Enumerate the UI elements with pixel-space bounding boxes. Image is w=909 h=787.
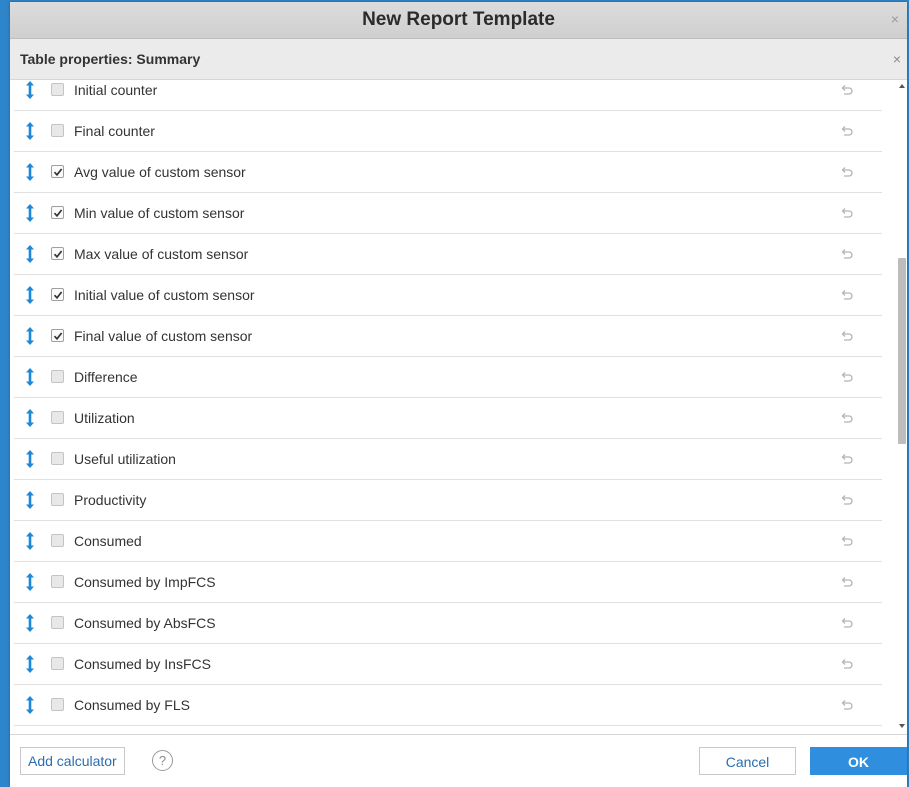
table-row[interactable]: Max value of custom sensor (14, 234, 882, 275)
table-row[interactable]: Consumed by AbsFCS (14, 603, 882, 644)
table-row[interactable]: Consumed by InsFCS (14, 644, 882, 685)
checkbox-icon[interactable] (51, 206, 64, 219)
row-label: Consumed by InsFCS (74, 656, 211, 672)
ok-button[interactable]: OK (810, 747, 907, 775)
table-row[interactable]: Avg value of custom sensor (14, 152, 882, 193)
drag-handle-icon[interactable] (24, 367, 36, 387)
row-label: Consumed by ImpFCS (74, 574, 216, 590)
drag-handle-icon[interactable] (24, 531, 36, 551)
dialog-header: Table properties: Summary × (10, 39, 907, 80)
add-calculator-button[interactable]: Add calculator (20, 747, 125, 775)
checkbox-icon[interactable] (51, 288, 64, 301)
cancel-button[interactable]: Cancel (699, 747, 796, 775)
drag-handle-icon[interactable] (24, 695, 36, 715)
checkbox-icon[interactable] (51, 493, 64, 506)
row-label: Final counter (74, 123, 155, 139)
window-title-bar[interactable]: New Report Template × (10, 2, 907, 39)
checkbox-icon[interactable] (51, 411, 64, 424)
help-icon[interactable]: ? (152, 750, 173, 771)
dialog-title: Table properties: Summary (20, 51, 201, 67)
table-row[interactable]: Min value of custom sensor (14, 193, 882, 234)
drag-handle-icon[interactable] (24, 162, 36, 182)
row-label: Consumed by FLS (74, 697, 190, 713)
undo-icon[interactable] (840, 453, 854, 465)
report-template-window: New Report Template × Table properties: … (10, 2, 907, 787)
row-label: Productivity (74, 492, 147, 508)
row-label: Consumed (74, 533, 142, 549)
table-row[interactable]: Useful utilization (14, 439, 882, 480)
undo-icon[interactable] (840, 535, 854, 547)
row-label: Initial counter (74, 82, 158, 98)
table-row[interactable]: Consumed by FLS (14, 685, 882, 726)
undo-icon[interactable] (840, 699, 854, 711)
table-row[interactable]: Final value of custom sensor (14, 316, 882, 357)
drag-handle-icon[interactable] (24, 654, 36, 674)
checkbox-icon[interactable] (51, 534, 64, 547)
undo-icon[interactable] (840, 658, 854, 670)
scroll-down-arrow-icon[interactable] (899, 724, 905, 728)
undo-icon[interactable] (840, 166, 854, 178)
table-row[interactable]: Initial value of custom sensor (14, 275, 882, 316)
drag-handle-icon[interactable] (24, 121, 36, 141)
table-row[interactable]: Utilization (14, 398, 882, 439)
drag-handle-icon[interactable] (24, 613, 36, 633)
row-label: Difference (74, 369, 138, 385)
checkbox-icon[interactable] (51, 370, 64, 383)
undo-icon[interactable] (840, 576, 854, 588)
dialog-close-icon[interactable]: × (893, 51, 901, 67)
drag-handle-icon[interactable] (24, 490, 36, 510)
window-title: New Report Template (362, 9, 555, 30)
drag-handle-icon[interactable] (24, 449, 36, 469)
column-list-rows: Initial counter Final counter Avg value of… (10, 80, 882, 726)
row-label: Initial value of custom sensor (74, 287, 255, 303)
table-row[interactable]: Initial counter (14, 80, 882, 111)
undo-icon[interactable] (840, 494, 854, 506)
checkbox-icon[interactable] (51, 247, 64, 260)
list-scrollbar[interactable] (898, 80, 907, 734)
undo-icon[interactable] (840, 207, 854, 219)
undo-icon[interactable] (840, 330, 854, 342)
undo-icon[interactable] (840, 125, 854, 137)
row-label: Min value of custom sensor (74, 205, 245, 221)
checkbox-icon[interactable] (51, 124, 64, 137)
table-row[interactable]: Productivity (14, 480, 882, 521)
drag-handle-icon[interactable] (24, 408, 36, 428)
drag-handle-icon[interactable] (24, 203, 36, 223)
table-properties-dialog: Table properties: Summary × Initial coun… (10, 39, 907, 787)
checkbox-icon[interactable] (51, 616, 64, 629)
undo-icon[interactable] (840, 617, 854, 629)
checkbox-icon[interactable] (51, 329, 64, 342)
table-row[interactable]: Final counter (14, 111, 882, 152)
row-label: Consumed by AbsFCS (74, 615, 216, 631)
table-row[interactable]: Difference (14, 357, 882, 398)
checkbox-icon[interactable] (51, 83, 64, 96)
checkbox-icon[interactable] (51, 657, 64, 670)
window-close-icon[interactable]: × (891, 11, 899, 27)
undo-icon[interactable] (840, 248, 854, 260)
drag-handle-icon[interactable] (24, 285, 36, 305)
checkbox-icon[interactable] (51, 452, 64, 465)
table-row[interactable]: Consumed by ImpFCS (14, 562, 882, 603)
table-row[interactable]: Consumed (14, 521, 882, 562)
column-list: Initial counter Final counter Avg value of… (10, 80, 907, 734)
scroll-thumb[interactable] (898, 258, 906, 444)
undo-icon[interactable] (840, 371, 854, 383)
drag-handle-icon[interactable] (24, 326, 36, 346)
scroll-up-arrow-icon[interactable] (899, 84, 905, 88)
checkbox-icon[interactable] (51, 698, 64, 711)
row-label: Final value of custom sensor (74, 328, 253, 344)
undo-icon[interactable] (840, 289, 854, 301)
row-label: Useful utilization (74, 451, 176, 467)
row-label: Max value of custom sensor (74, 246, 249, 262)
row-label: Utilization (74, 410, 135, 426)
drag-handle-icon[interactable] (24, 244, 36, 264)
row-label: Avg value of custom sensor (74, 164, 246, 180)
undo-icon[interactable] (840, 412, 854, 424)
checkbox-icon[interactable] (51, 575, 64, 588)
undo-icon[interactable] (840, 84, 854, 96)
drag-handle-icon[interactable] (24, 80, 36, 100)
drag-handle-icon[interactable] (24, 572, 36, 592)
dialog-footer: Add calculator ? Cancel OK (10, 734, 907, 787)
checkbox-icon[interactable] (51, 165, 64, 178)
